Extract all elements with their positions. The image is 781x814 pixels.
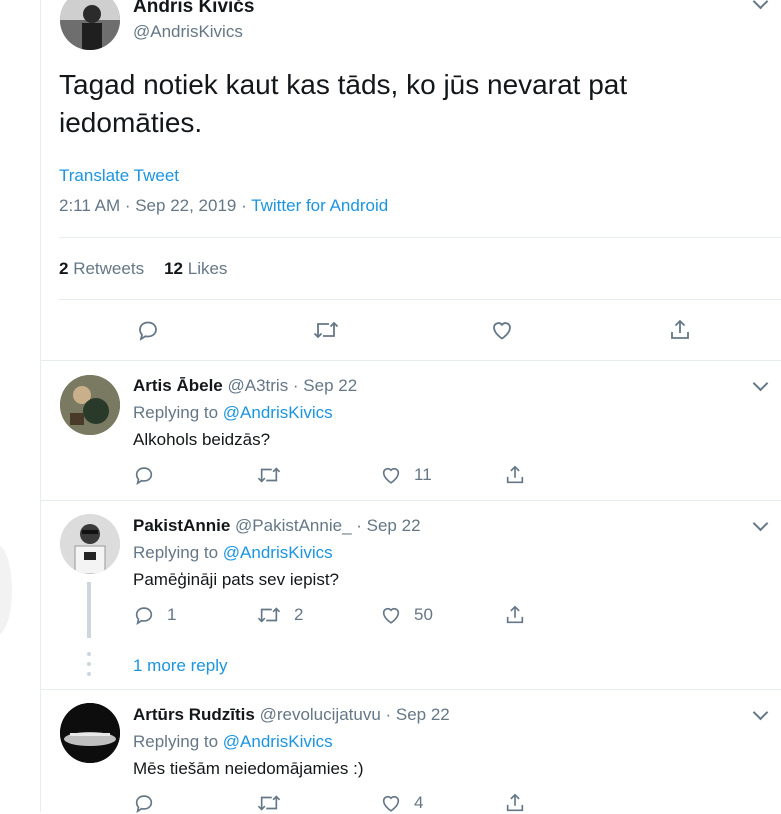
reply-author-name[interactable]: Artūrs Rudzītis xyxy=(133,705,255,724)
like-button[interactable]: 11 xyxy=(380,464,432,486)
reply-handle-date[interactable]: @revolucijatuvu · Sep 22 xyxy=(260,705,450,724)
chevron-down-icon[interactable] xyxy=(752,375,769,392)
reply-button[interactable] xyxy=(133,792,167,814)
author-avatar[interactable] xyxy=(60,0,120,50)
author-handle[interactable]: @AndrisKivics xyxy=(133,22,243,42)
replying-to-label: Replying to xyxy=(133,403,223,422)
divider xyxy=(40,360,781,361)
retweets-count: 2 xyxy=(59,259,69,278)
retweet-button[interactable] xyxy=(312,318,340,342)
translate-tweet-link[interactable]: Translate Tweet xyxy=(59,166,179,186)
reply-avatar[interactable] xyxy=(60,514,120,574)
divider xyxy=(40,500,781,501)
chevron-down-icon[interactable] xyxy=(752,0,769,10)
reply-button[interactable]: 1 xyxy=(133,604,176,626)
divider xyxy=(40,689,781,690)
retweet-icon xyxy=(313,321,339,339)
divider xyxy=(59,299,781,300)
thread-dots xyxy=(87,652,91,682)
reply-header: Artis Ābele @A3tris · Sep 22 xyxy=(133,376,357,396)
reply-icon xyxy=(135,467,153,486)
chevron-down-icon[interactable] xyxy=(752,515,769,532)
reply-text: Pamēģināji pats sev iepist? xyxy=(133,570,340,589)
likes-label: Likes xyxy=(187,259,228,278)
heart-icon xyxy=(382,607,400,624)
reply-header: PakistAnnie @PakistAnnie_ · Sep 22 xyxy=(133,516,421,536)
replying-to-handle[interactable]: @AndrisKivics xyxy=(223,403,333,422)
reply-count: 1 xyxy=(167,605,177,624)
replying-to: Replying to @AndrisKivics xyxy=(133,403,333,423)
share-icon xyxy=(506,465,524,484)
tweet-column: Andris Kivičs @AndrisKivics Tagad notiek… xyxy=(40,0,781,814)
tweet-text: Tagad notiek kaut kas tāds, ko jūs nevar… xyxy=(59,69,628,138)
thread-line xyxy=(87,582,91,638)
reply-icon xyxy=(135,795,153,814)
retweets-label: Retweets xyxy=(73,259,145,278)
like-count: 11 xyxy=(414,465,432,484)
retweet-count: 2 xyxy=(294,605,304,624)
retweets-stat[interactable]: 2 Retweets xyxy=(59,259,144,278)
replying-to-label: Replying to xyxy=(133,543,223,562)
replying-to-handle[interactable]: @AndrisKivics xyxy=(223,732,333,751)
retweet-button[interactable] xyxy=(256,792,294,814)
tweet-stats: 2 Retweets 12 Likes xyxy=(59,259,227,279)
like-button[interactable]: 4 xyxy=(380,792,423,814)
share-button[interactable] xyxy=(668,318,692,342)
reply-icon xyxy=(139,321,157,341)
share-button[interactable] xyxy=(504,604,526,626)
divider xyxy=(59,237,781,238)
reply-icon xyxy=(135,607,153,626)
heart-icon xyxy=(493,322,511,340)
retweet-icon xyxy=(257,795,281,811)
heart-icon xyxy=(382,467,400,484)
retweet-icon xyxy=(257,607,281,623)
likes-stat[interactable]: 12 Likes xyxy=(164,259,227,278)
share-icon xyxy=(506,605,524,624)
like-button[interactable] xyxy=(490,318,514,342)
like-button[interactable]: 50 xyxy=(380,604,433,626)
like-count: 4 xyxy=(414,793,424,812)
reply-handle-date[interactable]: @A3tris · Sep 22 xyxy=(227,376,357,395)
retweet-button[interactable]: 2 xyxy=(256,604,303,626)
tweet-time[interactable]: 2:11 AM · Sep 22, 2019 · xyxy=(59,196,251,215)
share-icon xyxy=(506,793,524,812)
share-button[interactable] xyxy=(504,792,526,814)
reply-button[interactable] xyxy=(136,318,160,342)
share-icon xyxy=(671,319,689,339)
likes-count: 12 xyxy=(164,259,183,278)
reply-avatar[interactable] xyxy=(60,375,120,435)
reply-text: Alkohols beidzās? xyxy=(133,430,271,449)
retweet-button[interactable] xyxy=(256,464,294,486)
heart-icon xyxy=(382,795,400,812)
replying-to-handle[interactable]: @AndrisKivics xyxy=(223,543,333,562)
reply-handle-date[interactable]: @PakistAnnie_ · Sep 22 xyxy=(235,516,420,535)
replying-to-label: Replying to xyxy=(133,732,223,751)
tweet-source[interactable]: Twitter for Android xyxy=(251,196,388,215)
replying-to: Replying to @AndrisKivics xyxy=(133,732,333,752)
replying-to: Replying to @AndrisKivics xyxy=(133,543,333,563)
reply-button[interactable] xyxy=(133,464,167,486)
chevron-down-icon[interactable] xyxy=(752,704,769,721)
retweet-icon xyxy=(257,467,281,483)
tweet-timestamp: 2:11 AM · Sep 22, 2019 · Twitter for And… xyxy=(59,196,388,216)
reply-author-name[interactable]: Artis Ābele xyxy=(133,376,223,395)
reply-author-name[interactable]: PakistAnnie xyxy=(133,516,230,535)
left-rail xyxy=(0,0,41,812)
reply-text: Mēs tiešām neiedomājamies :) xyxy=(133,759,364,778)
author-name[interactable]: Andris Kivičs xyxy=(133,0,254,18)
like-count: 50 xyxy=(414,605,433,624)
reply-header: Artūrs Rudzītis @revolucijatuvu · Sep 22 xyxy=(133,705,450,725)
share-button[interactable] xyxy=(504,464,526,486)
reply-avatar[interactable] xyxy=(60,703,120,763)
more-replies-link[interactable]: 1 more reply xyxy=(133,656,227,676)
